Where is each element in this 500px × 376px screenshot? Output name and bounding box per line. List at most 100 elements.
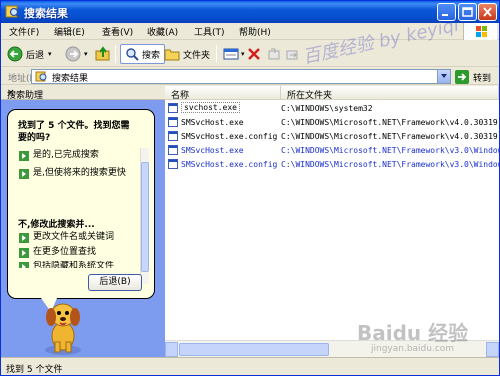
option-label: 更改文件名或关键词 xyxy=(33,232,115,242)
menu-edit[interactable]: 编辑(E) xyxy=(54,25,85,38)
exe-file-icon xyxy=(168,103,178,113)
option-label: 是,但使将来的搜索更快 xyxy=(33,168,126,178)
address-value: 搜索结果 xyxy=(52,74,89,84)
folders-button[interactable]: 文件夹 xyxy=(164,44,210,64)
search-companion-header: 搜索助理 × xyxy=(1,86,165,101)
menu-file[interactable]: 文件(F) xyxy=(9,25,39,38)
chevron-down-icon xyxy=(441,74,447,78)
option-more-locations[interactable]: 在更多位置查找 xyxy=(19,247,131,258)
search-results-icon xyxy=(35,71,47,82)
back-label: 后退 xyxy=(26,50,45,61)
table-row[interactable]: svchost.exe C:\WINDOWS\system32 xyxy=(165,102,499,115)
table-row[interactable]: SMSvcHost.exe.config C:\WINDOWS\Microsof… xyxy=(165,158,500,171)
toolbar-separator-2 xyxy=(216,45,217,63)
file-folder: C:\WINDOWS\system32 xyxy=(281,104,373,113)
folder-icon xyxy=(164,49,180,61)
green-arrow-icon xyxy=(19,151,29,161)
up-folder-icon xyxy=(95,46,110,61)
scrollbar-thumb[interactable] xyxy=(179,343,329,356)
window-title: 搜索结果 xyxy=(24,7,68,20)
exe-file-icon xyxy=(168,145,178,155)
go-arrow-icon[interactable] xyxy=(455,70,469,84)
forward-arrow-icon xyxy=(65,46,81,62)
menu-tools[interactable]: 工具(T) xyxy=(194,25,225,38)
address-input[interactable]: 搜索结果 xyxy=(31,69,451,84)
back-dropdown-icon[interactable]: ▾ xyxy=(48,50,52,58)
file-name: SMSvcHost.exe.config xyxy=(181,160,278,169)
refine-subheading: 不,修改此搜索并... xyxy=(18,220,95,230)
balloon-scrollbar[interactable] xyxy=(140,148,149,284)
option-include-hidden[interactable]: 包括隐藏和系统文件 xyxy=(19,261,131,268)
back-button[interactable]: 后退 ▾ xyxy=(7,44,52,64)
option-label: 包括隐藏和系统文件 xyxy=(33,261,115,268)
watermark-logo: Baidu 经验 xyxy=(357,321,469,345)
file-name: SMSvcHost.exe xyxy=(181,118,244,127)
up-folder-button[interactable] xyxy=(95,44,111,64)
search-icon xyxy=(126,48,139,61)
forward-button[interactable]: ▾ xyxy=(65,44,88,64)
menu-favorites[interactable]: 收藏(A) xyxy=(147,25,178,38)
option-label: 在更多位置查找 xyxy=(33,247,97,257)
config-file-icon xyxy=(168,131,178,141)
green-arrow-icon xyxy=(19,262,29,268)
close-icon xyxy=(483,7,492,17)
option-faster-future-search[interactable]: 是,但使将来的搜索更快 xyxy=(19,168,131,179)
copy-to-icon xyxy=(268,48,280,60)
copy-to-button[interactable] xyxy=(267,44,281,64)
option-change-filename[interactable]: 更改文件名或关键词 xyxy=(19,232,131,243)
search-button[interactable]: 搜索 xyxy=(120,44,166,64)
column-header-label: 名称 xyxy=(171,91,190,101)
status-bar: 找到 5 个文件 xyxy=(1,357,499,375)
file-name: SMSvcHost.exe.config xyxy=(181,132,278,141)
scrollbar-thumb[interactable] xyxy=(141,162,149,272)
green-arrow-icon xyxy=(19,248,29,258)
views-icon xyxy=(223,48,239,60)
move-to-icon xyxy=(286,50,298,60)
menu-help[interactable]: 帮助(H) xyxy=(239,25,271,38)
option-label: 是的,已完成搜索 xyxy=(33,150,99,160)
address-dropdown-button[interactable] xyxy=(437,70,450,83)
search-companion-pane: 搜索助理 × 找到了 5 个文件。找到您需要的吗? 是的,已完成搜索 是,但使将… xyxy=(1,86,165,357)
explorer-window: 搜索结果 文件(F) 编辑(E) 查看(V) 收藏(A) 工具(T) 帮助(H)… xyxy=(0,0,500,376)
scroll-right-button[interactable] xyxy=(486,342,499,357)
table-row[interactable]: SMSvcHost.exe.config C:\WINDOWS\Microsof… xyxy=(165,130,499,143)
maximize-button[interactable] xyxy=(458,3,477,21)
assistant-balloon: 找到了 5 个文件。找到您需要的吗? 是的,已完成搜索 是,但使将来的搜索更快 … xyxy=(7,109,155,299)
search-label: 搜索 xyxy=(142,50,161,61)
status-text: 找到 5 个文件 xyxy=(6,365,63,375)
toolbar-separator xyxy=(115,45,116,63)
file-folder: C:\WINDOWS\Microsoft.NET\Framework\v4.0.… xyxy=(281,118,498,127)
move-to-button[interactable] xyxy=(285,44,299,64)
toolbar: 后退 ▾ ▾ 搜索 文件夹 ▾ xyxy=(1,41,499,67)
assistant-back-button[interactable]: 后退(B) xyxy=(88,274,142,291)
file-folder: C:\WINDOWS\Microsoft.NET\Framework\v3.0\… xyxy=(281,160,500,169)
go-button-label[interactable]: 转到 xyxy=(473,71,491,84)
address-bar: 地址(D) 搜索结果 转到 xyxy=(1,68,499,85)
menu-view[interactable]: 查看(V) xyxy=(102,25,133,38)
windows-flag-icon xyxy=(476,26,487,37)
exe-file-icon xyxy=(168,117,178,127)
table-row[interactable]: SMSvcHost.exe C:\WINDOWS\Microsoft.NET\F… xyxy=(165,144,500,157)
search-app-icon xyxy=(5,5,21,19)
column-header-name[interactable]: 名称 xyxy=(165,86,281,101)
delete-button[interactable] xyxy=(247,44,261,64)
views-dropdown-icon[interactable]: ▾ xyxy=(241,50,245,58)
rover-dog-icon[interactable] xyxy=(41,298,85,356)
file-folder: C:\WINDOWS\Microsoft.NET\Framework\v4.0.… xyxy=(281,132,498,141)
column-header-folder[interactable]: 所在文件夹 xyxy=(281,86,499,101)
table-row[interactable]: SMSvcHost.exe C:\WINDOWS\Microsoft.NET\F… xyxy=(165,116,499,129)
forward-dropdown-icon[interactable]: ▾ xyxy=(84,50,88,58)
scroll-left-button[interactable] xyxy=(165,342,178,357)
windows-logo xyxy=(463,23,497,40)
close-button[interactable] xyxy=(478,3,497,21)
file-folder: C:\WINDOWS\Microsoft.NET\Framework\v3.0\… xyxy=(281,146,500,155)
option-done-searching[interactable]: 是的,已完成搜索 xyxy=(19,150,131,161)
folders-label: 文件夹 xyxy=(183,50,211,61)
close-pane-icon[interactable]: × xyxy=(7,88,162,98)
views-button[interactable]: ▾ xyxy=(223,44,245,64)
file-name: SMSvcHost.exe xyxy=(181,146,244,155)
file-name: svchost.exe xyxy=(181,102,240,113)
green-arrow-icon xyxy=(19,233,29,243)
back-arrow-icon xyxy=(7,46,23,62)
config-file-icon xyxy=(168,159,178,169)
